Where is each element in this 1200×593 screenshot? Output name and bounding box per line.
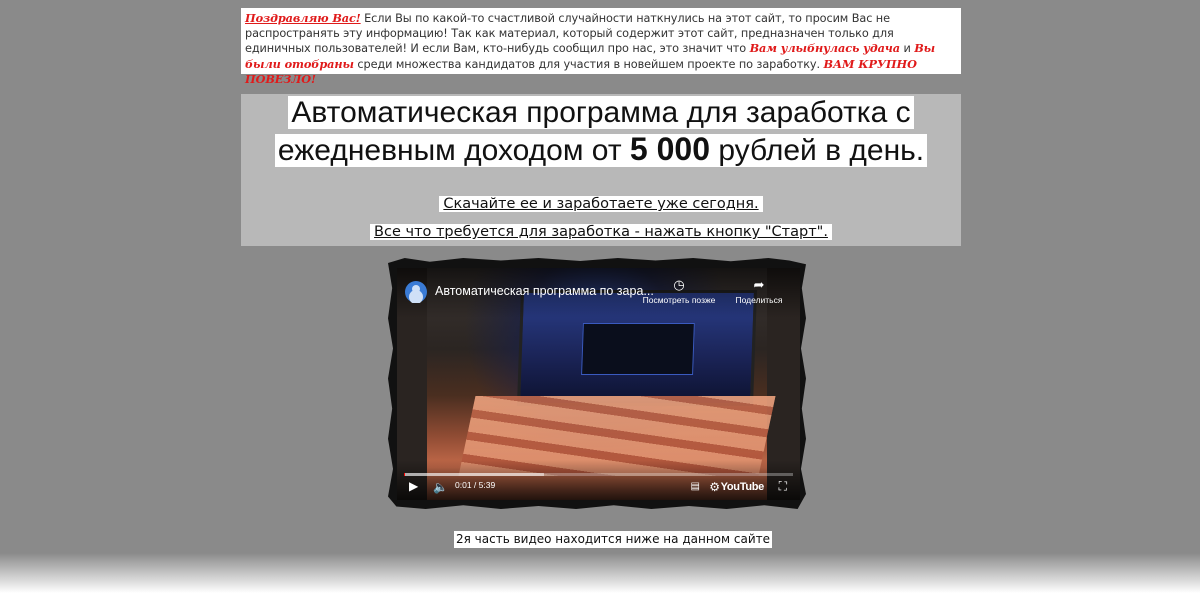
fullscreen-icon[interactable]: ⛶ (779, 479, 787, 494)
youtube-video-player[interactable]: Автоматическая программа по зара... ◷ По… (397, 268, 800, 500)
settings-icon[interactable]: ⚙ (709, 480, 720, 494)
headline-line-2: ежедневным доходом от 5 000 рублей в ден… (241, 132, 961, 168)
subtitles-icon[interactable]: ▤ (691, 481, 700, 492)
channel-avatar-icon[interactable] (405, 281, 427, 303)
play-icon[interactable]: ▶ (409, 479, 418, 493)
headline-line-1: Автоматическая программа для заработка с (241, 96, 961, 130)
congratulations-notice: Поздравляю Вас! Если Вы по какой-то счас… (241, 8, 961, 86)
headline-prefix: ежедневным доходом от (277, 134, 630, 167)
video-title[interactable]: Автоматическая программа по зара... (435, 284, 654, 298)
hero-section: Автоматическая программа для заработка с… (241, 94, 961, 246)
headline-line-1-text: Автоматическая программа для заработка с (288, 96, 914, 129)
progress-played (404, 473, 406, 476)
notice-luck: Вам улыбнулась удача (749, 41, 901, 56)
video-caption: 2я часть видео находится ниже на данном … (454, 531, 772, 548)
youtube-logo[interactable]: YouTube (721, 481, 765, 493)
share-label: Поделиться (735, 295, 783, 305)
video-time: 0:01 / 5:39 (455, 480, 496, 490)
cta-download: Скачайте ее и заработаете уже сегодня. (241, 194, 961, 214)
video-progress-bar[interactable] (404, 473, 793, 476)
headline-line-2-text: ежедневным доходом от 5 000 рублей в ден… (274, 131, 928, 167)
page-bottom-gradient (0, 553, 1200, 593)
notice-and: и (900, 42, 915, 56)
cta-start-link[interactable]: Все что требуется для заработка - нажать… (370, 224, 832, 240)
congrats-heading: Поздравляю Вас! (245, 11, 361, 25)
watch-later-label: Посмотреть позже (642, 295, 716, 305)
notice-text-2: среди множества кандидатов для участия в… (353, 57, 824, 71)
cta-download-link[interactable]: Скачайте ее и заработаете уже сегодня. (439, 196, 763, 212)
volume-icon[interactable]: 🔈 (433, 480, 448, 494)
progress-buffered (404, 473, 545, 476)
headline-suffix: рублей в день. (709, 134, 925, 167)
watch-later-button[interactable]: ◷ Посмотреть позже (639, 277, 719, 306)
share-icon: ➦ (753, 277, 765, 292)
clock-icon: ◷ (673, 277, 685, 292)
cta-start: Все что требуется для заработка - нажать… (241, 222, 961, 242)
headline-amount: 5 000 (629, 131, 710, 167)
share-button[interactable]: ➦ Поделиться (719, 277, 799, 306)
